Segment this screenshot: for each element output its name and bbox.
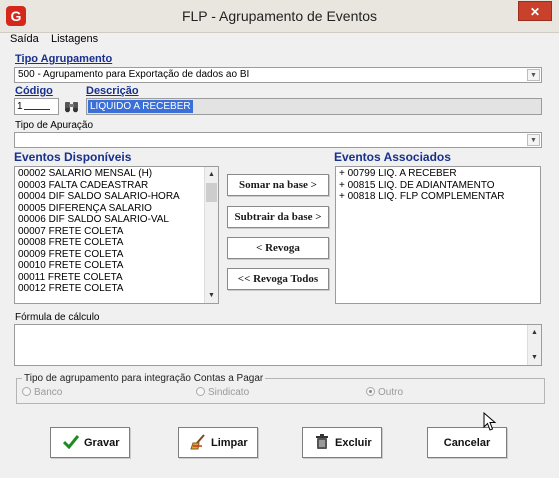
radio-icon — [22, 387, 31, 396]
scroll-up-icon[interactable]: ▲ — [528, 326, 541, 339]
scroll-thumb[interactable] — [206, 183, 217, 202]
eventos-associados-list[interactable]: + 00799 LIQ. A RECEBER + 00815 LIQ. DE A… — [335, 166, 541, 304]
revoga-todos-button[interactable]: << Revoga Todos — [227, 268, 329, 290]
limpar-label: Limpar — [211, 437, 248, 449]
formula-label: Fórmula de cálculo — [15, 312, 100, 323]
list-item[interactable]: 00006 DIF SALDO SALARIO-VAL — [15, 214, 218, 226]
checkmark-icon — [62, 435, 80, 452]
formula-scrollbar[interactable]: ▲ ▼ — [527, 325, 541, 365]
limpar-button[interactable]: Limpar — [178, 427, 258, 458]
excluir-label: Excluir — [335, 437, 372, 449]
radio-sindicato[interactable]: Sindicato — [196, 387, 249, 398]
input-underline — [24, 109, 50, 110]
list-item[interactable]: 00005 DIFERENÇA SALARIO — [15, 203, 218, 215]
menu-listagens[interactable]: Listagens — [51, 33, 98, 45]
close-button[interactable]: ✕ — [518, 1, 552, 21]
list-item[interactable]: + 00799 LIQ. A RECEBER — [336, 168, 540, 180]
descricao-value: LIQUIDO A RECEBER — [88, 100, 193, 113]
radio-selected-icon — [366, 387, 375, 396]
title-bar: G FLP - Agrupamento de Eventos ✕ — [0, 0, 559, 33]
list-item[interactable]: 00007 FRETE COLETA — [15, 226, 218, 238]
radio-sindicato-label: Sindicato — [208, 387, 250, 398]
tipo-agrupamento-label: Tipo Agrupamento — [15, 53, 113, 65]
radio-outro[interactable]: Outro — [366, 387, 403, 398]
tipo-apuracao-label: Tipo de Apuração — [15, 120, 94, 131]
list-item[interactable]: 00011 FRETE COLETA — [15, 272, 218, 284]
cancelar-label: Cancelar — [443, 437, 491, 449]
chevron-down-icon[interactable]: ▼ — [527, 69, 540, 81]
codigo-value: 1 — [17, 101, 23, 112]
list-item[interactable]: + 00818 LIQ. FLP COMPLEMENTAR — [336, 191, 540, 203]
list-item[interactable]: 00003 FALTA CADEASTRAR — [15, 180, 218, 192]
descricao-label: Descrição — [86, 85, 139, 97]
list-item[interactable]: 00009 FRETE COLETA — [15, 249, 218, 261]
mouse-cursor-icon — [483, 411, 497, 435]
list-item[interactable]: 00008 FRETE COLETA — [15, 237, 218, 249]
list-item[interactable]: 00010 FRETE COLETA — [15, 260, 218, 272]
codigo-input[interactable]: 1 — [14, 98, 59, 115]
radio-banco[interactable]: Banco — [22, 387, 62, 398]
broom-icon — [190, 434, 208, 453]
formula-textarea[interactable]: ▲ ▼ — [14, 324, 542, 366]
subtrair-da-base-button[interactable]: Subtrair da base > — [227, 206, 329, 228]
radio-banco-label: Banco — [34, 387, 63, 398]
radio-outro-label: Outro — [378, 387, 404, 398]
list-item[interactable]: 00004 DIF SALDO SALARIO-HORA — [15, 191, 218, 203]
eventos-associados-label: Eventos Associados — [334, 150, 451, 164]
gravar-label: Gravar — [84, 437, 120, 449]
scroll-down-icon[interactable]: ▼ — [205, 289, 218, 302]
tipo-apuracao-select[interactable]: ▼ — [14, 132, 542, 148]
eventos-disponiveis-list[interactable]: 00002 SALARIO MENSAL (H) 00003 FALTA CAD… — [14, 166, 219, 304]
trash-icon — [314, 434, 330, 453]
menu-bar: Saída Listagens — [0, 33, 559, 47]
list-item[interactable]: 00012 FRETE COLETA — [15, 283, 218, 295]
binoculars-icon[interactable] — [62, 99, 82, 114]
scroll-up-icon[interactable]: ▲ — [205, 168, 218, 181]
revoga-button[interactable]: < Revoga — [227, 237, 329, 259]
window-title: FLP - Agrupamento de Eventos — [181, 8, 378, 24]
eventos-disponiveis-label: Eventos Disponíveis — [14, 150, 132, 164]
tipo-agrupamento-value: 500 - Agrupamento para Exportação de dad… — [18, 69, 250, 80]
somar-na-base-button[interactable]: Somar na base > — [227, 174, 329, 196]
codigo-label: Código — [15, 85, 53, 97]
eventos-scrollbar[interactable]: ▲ ▼ — [204, 167, 218, 303]
list-item[interactable]: + 00815 LIQ. DE ADIANTAMENTO — [336, 180, 540, 192]
chevron-down-icon[interactable]: ▼ — [527, 134, 540, 146]
menu-saida[interactable]: Saída — [10, 33, 39, 45]
integracao-label: Tipo de agrupamento para integração Cont… — [22, 373, 266, 384]
list-item[interactable]: 00002 SALARIO MENSAL (H) — [15, 168, 218, 180]
excluir-button[interactable]: Excluir — [302, 427, 382, 458]
scroll-down-icon[interactable]: ▼ — [528, 351, 541, 364]
tipo-agrupamento-select[interactable]: 500 - Agrupamento para Exportação de dad… — [14, 67, 542, 83]
radio-icon — [196, 387, 205, 396]
gravar-button[interactable]: Gravar — [50, 427, 130, 458]
descricao-input[interactable]: LIQUIDO A RECEBER — [86, 98, 542, 115]
